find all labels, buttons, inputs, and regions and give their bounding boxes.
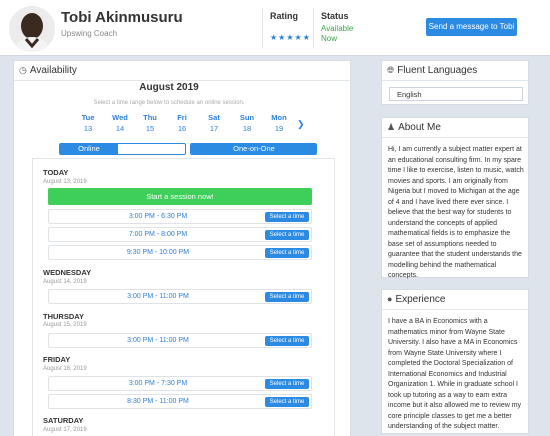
slot-time: 8:30 PM - 11:00 PM [127,398,189,405]
availability-title: Availability [29,65,77,76]
day-date: 15 [145,124,155,133]
clock-icon: ◷ [19,65,27,75]
coach-name: Tobi Akinmusuru [61,9,183,26]
day-date: August 13, 2019 [43,179,87,185]
day-sat[interactable]: Sat 17 [199,113,229,133]
select-time-button[interactable]: Select a time [265,248,309,258]
slot-time: 3:00 PM - 11:00 PM [127,337,189,344]
slot-time: 3:00 PM - 7:30 PM [128,380,188,387]
day-date: August 17, 2019 [43,427,87,433]
status-label: Status [321,11,349,21]
time-slot[interactable]: 3:00 PM - 7:30 PM Select a time [48,376,312,391]
time-slot[interactable]: 8:30 PM - 11:00 PM Select a time [48,394,312,409]
slot-time: 9:30 PM - 10:00 PM [126,249,190,256]
select-time-button[interactable]: Select a time [265,212,309,222]
slot-time: 3:00 PM - 11:00 PM [127,293,189,300]
language-item: English [389,87,523,101]
slot-time: 3:00 PM - 6:30 PM [128,213,188,220]
experience-text: I have a BA in Economics with a mathemat… [388,318,522,430]
day-name: Wed [112,113,128,122]
day-mon[interactable]: Mon 19 [264,113,294,133]
day-picker: Tue 13 Wed 14 Thu 15 Fri 16 Sat 17 Sun 18 Mon 1… [70,113,300,137]
day-wed[interactable]: Wed 14 [105,113,135,133]
day-name: Mon [271,113,287,122]
day-heading: FRIDAY [43,355,71,364]
online-option[interactable]: Online [60,144,118,154]
coach-role: Upswing Coach [61,29,118,38]
day-thu[interactable]: Thu 15 [135,113,165,133]
languages-header: 🌐︎ Fluent Languages [382,61,528,81]
languages-title: Fluent Languages [397,65,478,76]
avatar [9,6,55,52]
select-time-button[interactable]: Select a time [265,379,309,389]
day-name: Sat [208,113,220,122]
chevron-right-icon[interactable]: ❯ [297,119,305,130]
user-icon: ♟ [387,122,396,132]
day-date: 14 [115,124,125,133]
day-name: Tue [81,113,95,122]
availability-header: ◷ Availability [14,61,350,81]
select-time-button[interactable]: Select a time [265,397,309,407]
profile-header: Tobi Akinmusuru Upswing Coach Rating ★★★… [0,0,550,56]
day-date: 17 [209,124,219,133]
send-message-button[interactable]: Send a message to Tobi [426,18,517,36]
about-panel: ♟ About Me Hi, I am currently a subject m… [381,117,529,279]
globe-icon: 🌐︎ [387,65,395,75]
divider [262,8,263,48]
day-name: Fri [177,113,187,122]
day-heading: WEDNESDAY [43,268,92,277]
day-tue[interactable]: Tue 13 [73,113,103,133]
day-date: August 15, 2019 [43,322,87,328]
status-value: Available Now [321,24,354,43]
about-header: ♟ About Me [382,118,528,138]
month-title: August 2019 [139,82,199,93]
time-slot[interactable]: 3:00 PM - 11:00 PM Select a time [48,289,312,304]
month-subtitle: Select a time range below to schedule an… [93,100,245,106]
time-slot[interactable]: 9:30 PM - 10:00 PM Select a time [48,245,312,260]
day-date: 18 [242,124,252,133]
day-date: 16 [177,124,187,133]
circle-icon: ● [387,294,393,304]
time-slot[interactable]: 3:00 PM - 6:30 PM Select a time [48,209,312,224]
about-text: Hi, I am currently a subject matter expe… [388,146,524,279]
select-time-button[interactable]: Select a time [265,230,309,240]
day-date: 13 [83,124,93,133]
languages-panel: 🌐︎ Fluent Languages English [381,60,529,105]
time-slot[interactable]: 3:00 PM - 11:00 PM Select a time [48,333,312,348]
rating-label: Rating [270,11,298,21]
rating-stars: ★★★★★ [270,33,311,42]
day-heading: TODAY [43,168,69,177]
select-time-button[interactable]: Select a time [265,292,309,302]
experience-title: Experience [395,294,446,305]
slot-time: 7:00 PM - 8:00 PM [128,231,188,238]
day-date: August 14, 2019 [43,279,87,285]
day-fri[interactable]: Fri 16 [167,113,197,133]
day-heading: SATURDAY [43,416,84,425]
experience-panel: ● Experience I have a BA in Economics wit… [381,289,529,434]
day-sun[interactable]: Sun 18 [232,113,262,133]
day-heading: THURSDAY [43,312,84,321]
select-time-button[interactable]: Select a time [265,336,309,346]
one-on-one-option[interactable]: One-on-One [191,144,316,154]
day-name: Thu [143,113,157,122]
online-toggle[interactable]: Online [59,143,186,155]
experience-header: ● Experience [382,290,528,310]
time-slot[interactable]: 7:00 PM - 8:00 PM Select a time [48,227,312,242]
one-on-one-toggle[interactable]: One-on-One [190,143,317,155]
start-session-button[interactable]: Start a session now! [48,188,312,205]
day-date: August 16, 2019 [43,366,87,372]
about-title: About Me [398,122,441,133]
day-date: 19 [274,124,284,133]
day-name: Sun [239,113,255,122]
divider [313,8,314,48]
